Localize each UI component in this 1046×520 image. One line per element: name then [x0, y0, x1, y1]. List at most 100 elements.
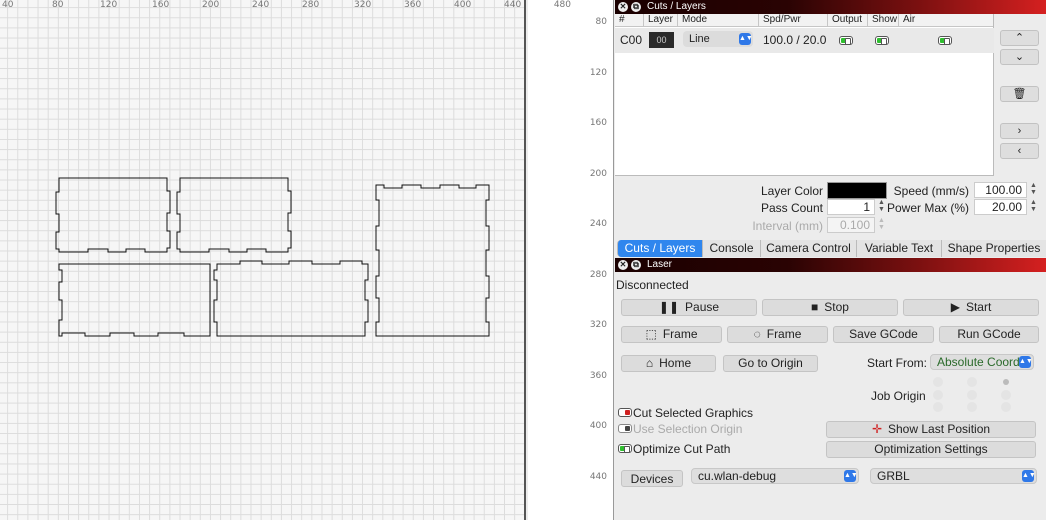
- speed-input[interactable]: 100.00: [974, 182, 1027, 198]
- box-panel-shape: [375, 184, 490, 337]
- use-selection-origin-toggle[interactable]: [618, 424, 632, 433]
- expand-button[interactable]: ›: [1000, 123, 1039, 139]
- home-label: Home: [659, 356, 692, 370]
- layers-table: # Layer Mode Spd/Pwr Output Show Air C00…: [615, 14, 994, 176]
- stop-label: Stop: [824, 300, 849, 314]
- tab-shape-properties[interactable]: Shape Properties: [941, 240, 1046, 257]
- go-to-origin-button[interactable]: Go to Origin: [723, 355, 818, 372]
- save-gcode-button[interactable]: Save GCode: [833, 326, 934, 343]
- table-row[interactable]: C00 00 Line ▲▼ 100.0 / 20.0: [615, 28, 994, 53]
- box-panel-shape: [55, 177, 171, 253]
- pass-count-stepper[interactable]: ▲ ▼: [877, 199, 886, 215]
- column-header[interactable]: Layer: [643, 14, 673, 26]
- panel-tabs: Cuts / Layers Console Camera Control Var…: [617, 240, 1046, 257]
- mode-select[interactable]: Line ▲▼: [683, 31, 753, 47]
- optimize-cut-path-label: Optimize Cut Path: [633, 442, 731, 456]
- start-from-value: Absolute Coords: [937, 355, 1026, 369]
- column-header[interactable]: Mode: [677, 14, 707, 26]
- chevron-down-icon: ⌄: [1014, 51, 1025, 63]
- cuts-layers-titlebar: ✕ ⧉ Cuts / Layers: [615, 0, 1046, 14]
- delete-layer-button[interactable]: 🗑: [1000, 86, 1039, 102]
- origin-radio[interactable]: [933, 402, 943, 412]
- speed-stepper[interactable]: ▲ ▼: [1029, 182, 1038, 198]
- stop-button[interactable]: ■ Stop: [762, 299, 898, 316]
- pass-count-input[interactable]: 1: [827, 199, 875, 215]
- chevron-updown-icon: ▲▼: [739, 33, 753, 45]
- output-toggle[interactable]: [839, 36, 853, 45]
- run-gcode-button[interactable]: Run GCode: [939, 326, 1039, 343]
- work-canvas[interactable]: 40 80 120 160 200 240 280 320 360 400 44…: [0, 0, 526, 520]
- interval-input: 0.100: [827, 217, 875, 233]
- pause-icon: ❚❚: [658, 300, 680, 314]
- origin-radio[interactable]: [967, 377, 977, 387]
- power-max-stepper[interactable]: ▲ ▼: [1029, 199, 1038, 215]
- layer-swatch[interactable]: 00: [649, 32, 674, 48]
- frame-rect-icon: ⬚: [645, 327, 657, 341]
- column-header[interactable]: Air: [898, 14, 915, 26]
- optimization-settings-button[interactable]: Optimization Settings: [826, 441, 1036, 458]
- home-button[interactable]: ⌂ Home: [621, 355, 716, 372]
- air-toggle[interactable]: [938, 36, 952, 45]
- port-select[interactable]: cu.wlan-debug ▲▼: [691, 468, 859, 484]
- origin-radio[interactable]: [1001, 402, 1011, 412]
- start-button[interactable]: ▶ Start: [903, 299, 1039, 316]
- optimize-cut-path-toggle[interactable]: [618, 444, 632, 453]
- frame-round-label: Frame: [766, 327, 802, 341]
- ruler-label: 240: [589, 219, 607, 229]
- chevron-right-icon: ›: [1017, 125, 1022, 137]
- close-icon[interactable]: ✕: [618, 2, 628, 12]
- column-header[interactable]: Spd/Pwr: [758, 14, 801, 26]
- cut-selected-toggle[interactable]: [618, 408, 632, 417]
- cut-id: C00: [620, 33, 643, 47]
- controller-value: GRBL: [877, 469, 910, 483]
- tab-camera-control[interactable]: Camera Control: [760, 240, 856, 257]
- frame-label: Frame: [662, 327, 698, 341]
- interval-label: Interval (mm): [752, 219, 823, 233]
- home-icon: ⌂: [645, 356, 654, 370]
- origin-radio[interactable]: [933, 377, 943, 387]
- move-layer-up-button[interactable]: ⌃: [1000, 30, 1039, 46]
- float-icon[interactable]: ⧉: [631, 2, 641, 12]
- pass-count-label: Pass Count: [760, 201, 823, 215]
- layer-color-label: Layer Color: [760, 184, 823, 198]
- mode-value: Line: [689, 33, 710, 45]
- power-max-input[interactable]: 20.00: [974, 199, 1027, 215]
- column-header[interactable]: #: [615, 14, 625, 26]
- origin-radio[interactable]: [1001, 390, 1011, 400]
- frame-round-button[interactable]: ◌ Frame: [727, 326, 828, 343]
- ruler-label: 400: [589, 421, 607, 431]
- port-value: cu.wlan-debug: [698, 469, 777, 483]
- job-origin-label: Job Origin: [871, 389, 926, 403]
- show-last-position-button[interactable]: ✛ Show Last Position: [826, 421, 1036, 438]
- pause-label: Pause: [685, 300, 720, 314]
- ruler-label: 80: [595, 17, 607, 27]
- tab-variable-text[interactable]: Variable Text: [856, 240, 941, 257]
- frame-button[interactable]: ⬚ Frame: [621, 326, 722, 343]
- show-toggle[interactable]: [875, 36, 889, 45]
- tab-cuts-layers[interactable]: Cuts / Layers: [617, 240, 702, 257]
- column-header[interactable]: Output: [827, 14, 862, 26]
- tab-console[interactable]: Console: [702, 240, 760, 257]
- chevron-updown-icon: ▲▼: [1022, 470, 1036, 482]
- origin-radio[interactable]: [967, 402, 977, 412]
- pause-button[interactable]: ❚❚ Pause: [621, 299, 757, 316]
- close-icon[interactable]: ✕: [618, 260, 628, 270]
- move-layer-down-button[interactable]: ⌄: [1000, 49, 1039, 65]
- layer-color-swatch[interactable]: [827, 182, 887, 199]
- ruler-label: 320: [589, 320, 607, 330]
- start-from-label: Start From:: [867, 356, 928, 370]
- cut-selected-label: Cut Selected Graphics: [633, 406, 754, 420]
- collapse-button[interactable]: ‹: [1000, 143, 1039, 159]
- start-from-select[interactable]: Absolute Coords ▲▼: [930, 354, 1034, 370]
- origin-radio-selected[interactable]: [1003, 379, 1009, 385]
- box-shapes[interactable]: [0, 0, 526, 520]
- controller-select[interactable]: GRBL ▲▼: [870, 468, 1037, 484]
- devices-button[interactable]: Devices: [621, 470, 683, 487]
- ruler-label: 160: [589, 118, 607, 128]
- float-icon[interactable]: ⧉: [631, 260, 641, 270]
- origin-radio[interactable]: [967, 390, 977, 400]
- frame-circle-icon: ◌: [753, 327, 761, 341]
- chevron-up-icon: ⌃: [1014, 32, 1025, 44]
- column-header[interactable]: Show: [867, 14, 897, 26]
- origin-radio[interactable]: [933, 390, 943, 400]
